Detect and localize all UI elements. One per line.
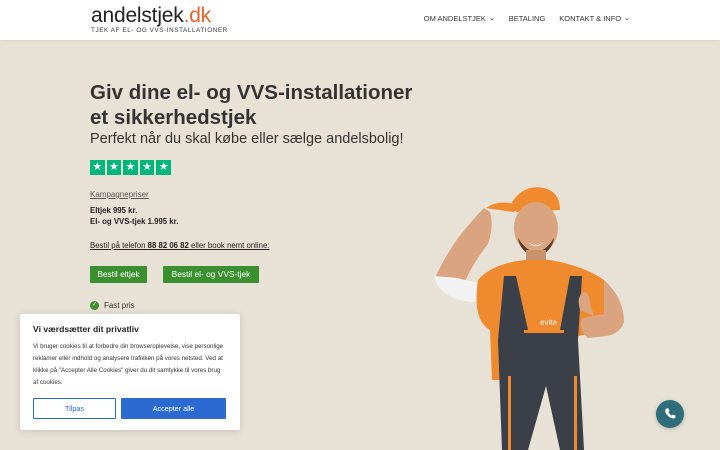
cookie-title: Vi værdsætter dit privatliv (33, 324, 139, 334)
campaign-prices-link[interactable]: Kampagnepriser (90, 190, 149, 199)
nav-label: BETALING (508, 14, 546, 23)
customize-cookies-button[interactable]: Tilpas (33, 398, 116, 419)
star-icon: ★ (106, 160, 122, 175)
logo-text: andelstjek (91, 4, 184, 27)
nav-item-kontakt-info[interactable]: KONTAKT & INFO ⌄ (559, 14, 630, 23)
nav-label: OM ANDELSTJEK (423, 14, 486, 23)
chevron-down-icon: ⌄ (623, 15, 631, 22)
cookie-consent-dialog: Vi værdsætter dit privatliv Vi bruger co… (20, 314, 240, 430)
trustpilot-rating: ★ ★ ★ ★ ★ (90, 160, 171, 175)
nav-item-om-andelstjek[interactable]: OM ANDELSTJEK ⌄ (424, 14, 495, 23)
feature-item: ✓ Fast pris (90, 301, 135, 310)
price-el-vvs-tjek: El- og VVS-tjek 1.995 kr. (90, 217, 179, 226)
star-icon: ★ (90, 160, 105, 175)
page-title: Giv dine el- og VVS-installationer et si… (90, 81, 413, 129)
site-header: andelstjek.dk TJEK AF EL- OG VVS-INSTALL… (0, 0, 720, 40)
check-circle-icon: ✓ (90, 301, 99, 310)
phone-number-link[interactable]: 88 82 06 82 (148, 241, 189, 250)
order-info: Bestil på telefon 88 82 06 82 eller book… (90, 241, 269, 250)
phone-icon (665, 408, 676, 419)
price-eltjek: Eltjek 995 kr. (90, 206, 138, 215)
star-icon: ★ (123, 160, 138, 175)
logo-tagline: TJEK AF EL- OG VVS-INSTALLATIONER (91, 27, 228, 34)
chevron-down-icon: ⌄ (488, 15, 496, 22)
nav-item-betaling[interactable]: BETALING (509, 14, 546, 23)
feature-label: Fast pris (104, 301, 135, 310)
logo-domain: .dk (183, 4, 212, 27)
star-icon: ★ (139, 160, 155, 175)
cookie-text: Vi bruger cookies til at forbedre din br… (33, 343, 224, 386)
page-subtitle: Perfekt når du skal købe eller sælge and… (90, 131, 404, 147)
order-suffix: eller book nemt online: (188, 241, 270, 250)
order-el-vvs-button[interactable]: Bestil el- og VVS-tjek (163, 266, 259, 283)
worker-image: evite (434, 187, 624, 450)
order-eltjek-button[interactable]: Bestil eltjek (90, 266, 147, 283)
star-icon: ★ (156, 160, 171, 175)
logo-wordmark: andelstjek.dk (91, 5, 228, 27)
site-logo[interactable]: andelstjek.dk TJEK AF EL- OG VVS-INSTALL… (91, 5, 228, 35)
nav-label: KONTAKT & INFO (559, 14, 622, 23)
phone-call-button[interactable] (656, 400, 684, 428)
shirt-logo-text: evite (540, 318, 557, 327)
order-prefix: Bestil på telefon (90, 241, 148, 250)
main-nav: OM ANDELSTJEK ⌄ BETALING KONTAKT & INFO … (424, 14, 631, 23)
accept-all-cookies-button[interactable]: Accepter alle (121, 398, 226, 419)
